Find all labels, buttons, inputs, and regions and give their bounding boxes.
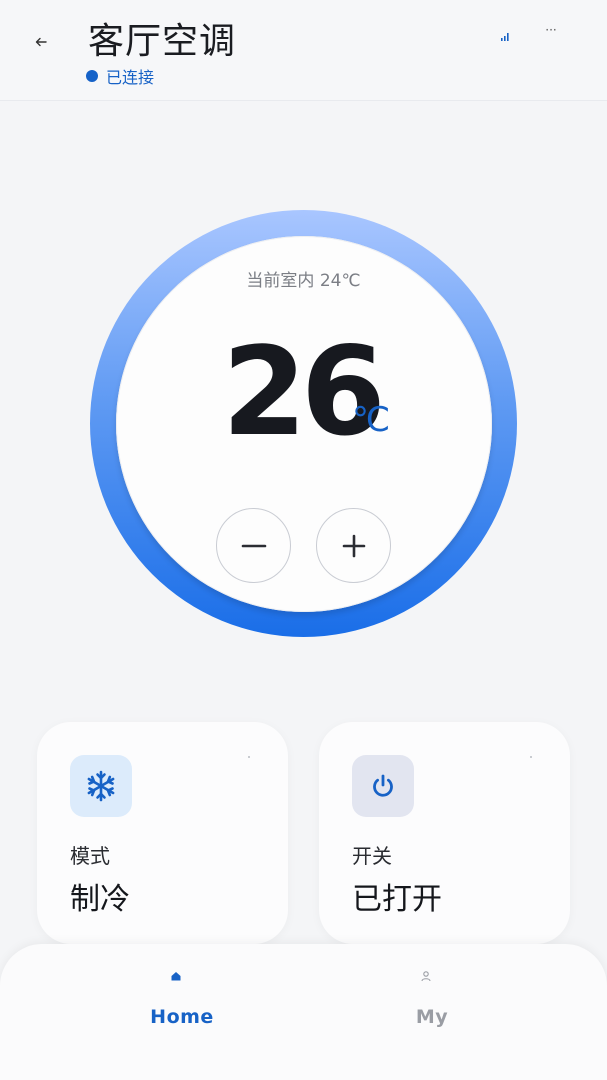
power-label: 开关 (352, 844, 392, 868)
more-button[interactable]: ··· (540, 23, 562, 40)
power-icon-tile (352, 755, 414, 817)
status-text: 已连接 (106, 68, 155, 87)
signal-icon (501, 33, 509, 41)
connection-status: 已连接 (86, 64, 154, 88)
card-indicator-dot (248, 756, 250, 758)
page-title: 客厅空调 (88, 21, 237, 62)
mode-label: 模式 (70, 844, 110, 868)
user-icon (418, 968, 434, 984)
bottom-navigation: Home My (0, 944, 607, 1080)
power-icon (373, 774, 393, 797)
nav-label-home: Home (150, 1006, 214, 1028)
mode-card[interactable]: 模式 制冷 (37, 722, 288, 944)
home-icon (168, 968, 184, 984)
signal-button[interactable] (494, 26, 516, 44)
plus-icon (342, 534, 365, 557)
decrease-temperature-button[interactable] (216, 508, 291, 583)
increase-temperature-button[interactable] (316, 508, 391, 583)
top-bar: 客厅空调 已连接 ··· (0, 0, 607, 101)
mode-icon-tile (70, 755, 132, 817)
card-indicator-dot (530, 756, 532, 758)
power-card[interactable]: 开关 已打开 (319, 722, 570, 944)
indoor-temperature: 当前室内 24℃ (246, 271, 361, 291)
mode-value: 制冷 (70, 882, 130, 917)
more-icon: ··· (545, 23, 557, 37)
status-dot (86, 70, 98, 82)
nav-item-home[interactable]: Home (82, 944, 282, 1080)
back-arrow-icon (35, 37, 47, 47)
back-button[interactable] (28, 30, 54, 54)
minus-icon (241, 544, 266, 547)
snowflake-icon (87, 770, 115, 802)
ac-control-screen: 客厅空调 已连接 ··· 当前室内 24℃ 26 ℃ 模式 制冷 开关 已打开 … (0, 0, 607, 1080)
power-value: 已打开 (352, 882, 442, 917)
nav-item-my[interactable]: My (332, 944, 532, 1080)
nav-label-my: My (415, 1006, 449, 1028)
temperature-unit: ℃ (352, 400, 391, 440)
